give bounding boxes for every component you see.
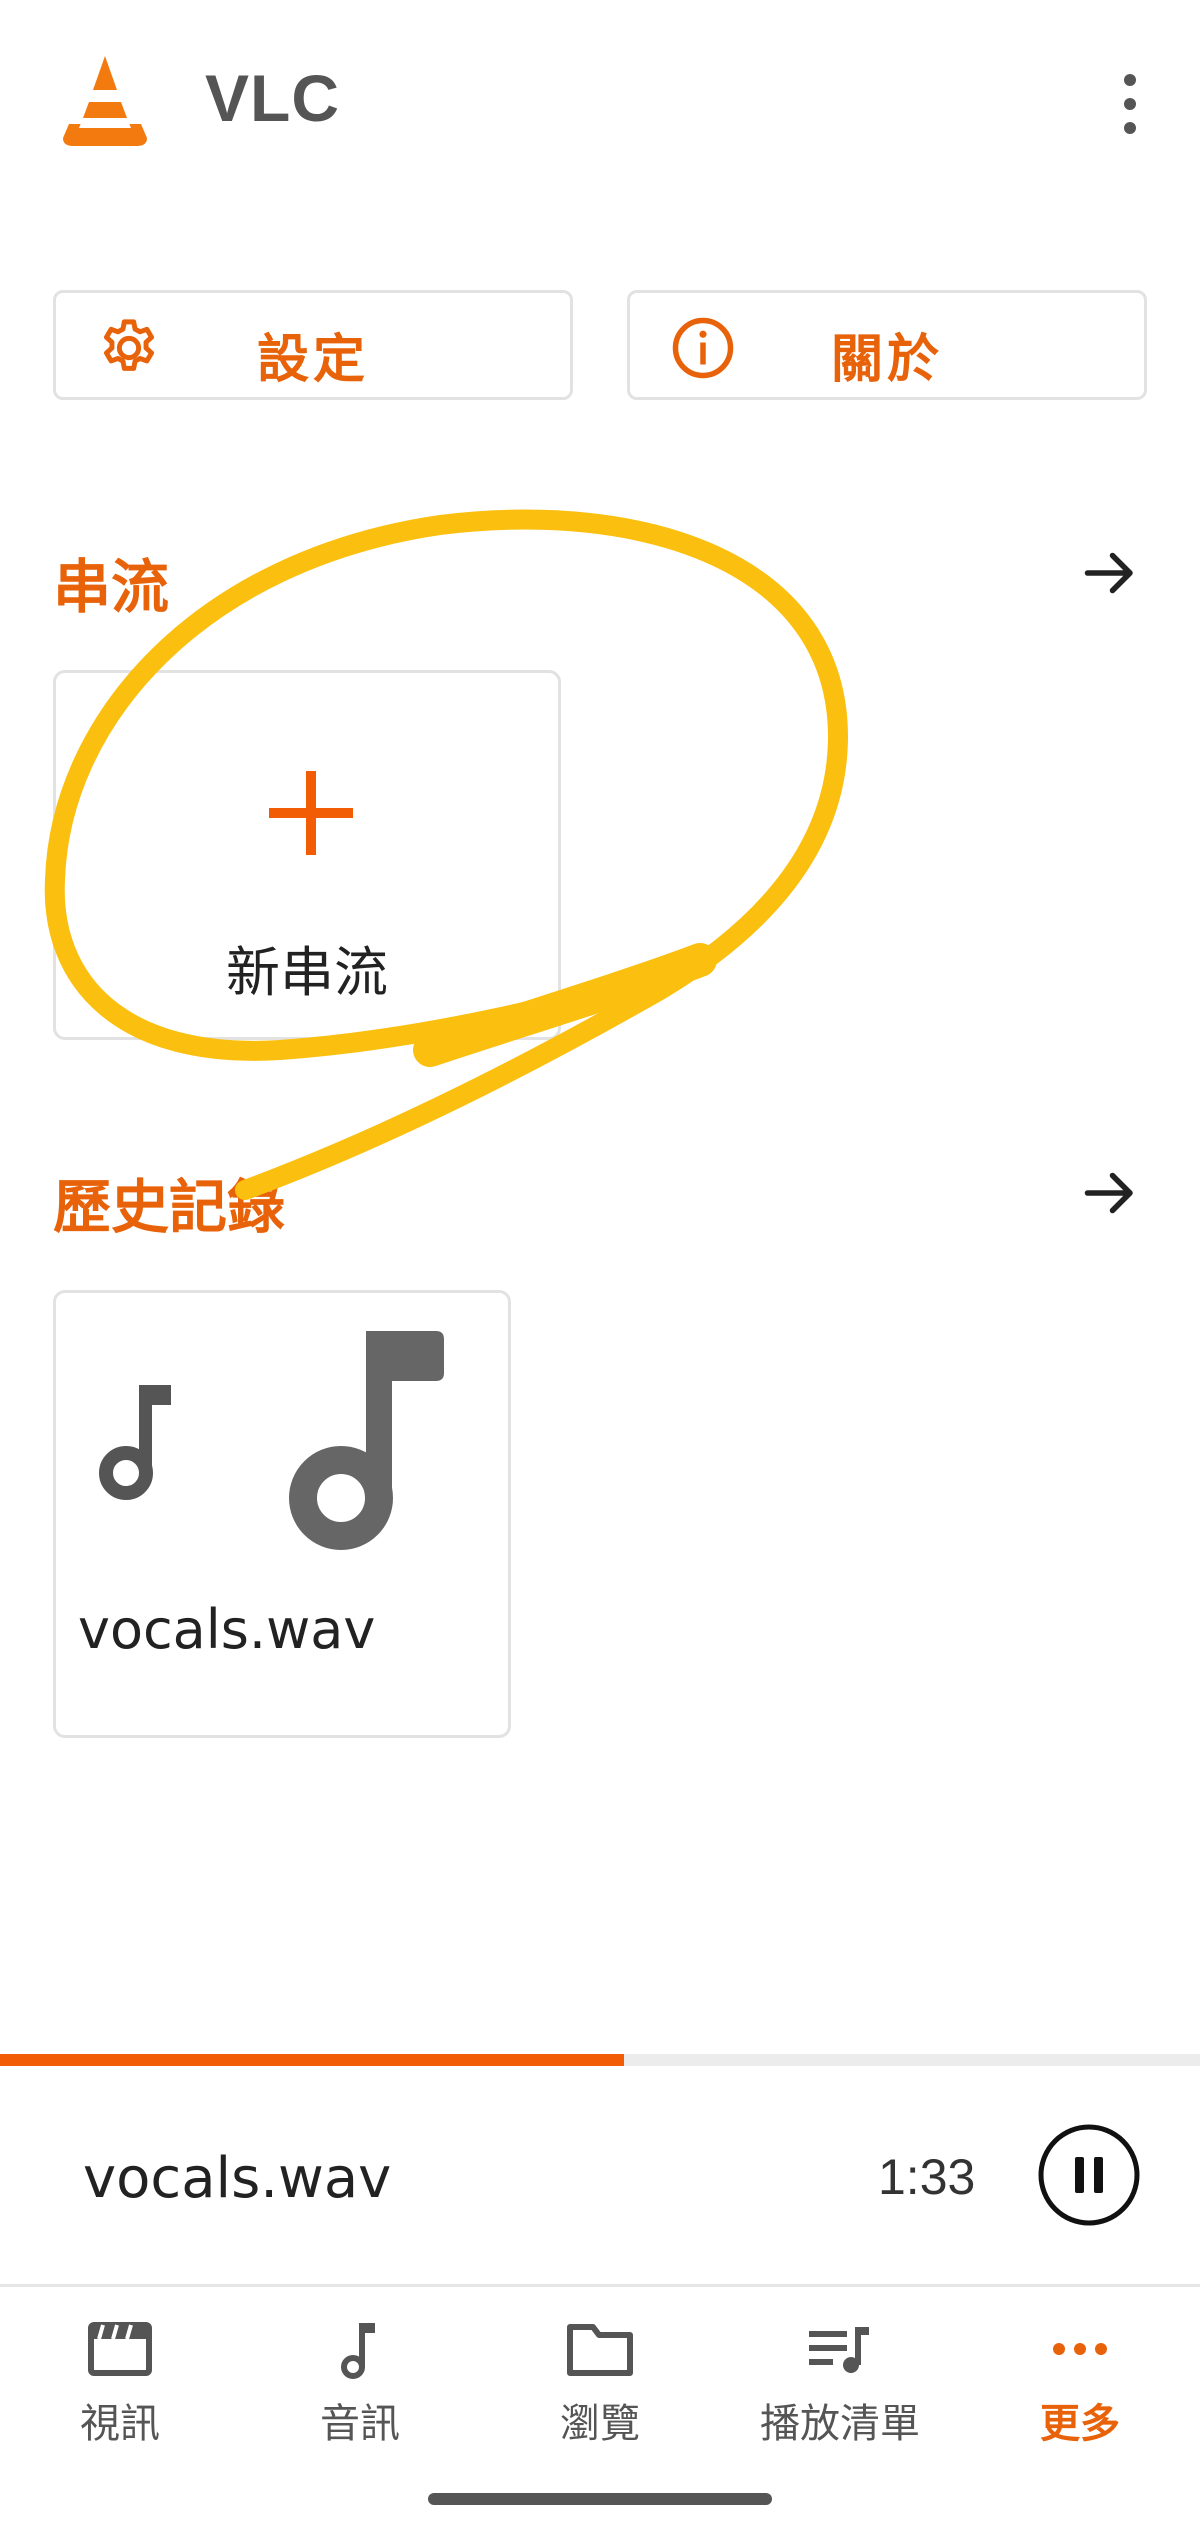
app-bar: VLC [0, 0, 1200, 210]
nav-label-browse: 瀏覽 [560, 2401, 640, 2447]
nav-item-more[interactable]: 更多 [960, 2317, 1200, 2457]
nav-item-audio[interactable]: 音訊 [240, 2317, 480, 2457]
playback-progress-bar[interactable] [0, 2054, 1200, 2066]
history-item-label: vocals.wav [78, 1598, 376, 1661]
about-label: 關於 [830, 330, 943, 390]
folder-icon [567, 2324, 633, 2376]
nav-label-video: 視訊 [80, 2401, 160, 2447]
about-button[interactable]: 關於 [627, 290, 1147, 400]
music-note-icon [341, 2323, 375, 2379]
streams-section-title: 串流 [53, 553, 170, 621]
history-arrow-right-icon[interactable] [1080, 1163, 1140, 1223]
settings-label: 設定 [256, 330, 369, 390]
home-indicator [428, 2493, 772, 2505]
playback-progress-fill [0, 2054, 624, 2066]
playlist-icon [809, 2327, 869, 2373]
new-stream-card[interactable]: 新串流 [53, 670, 561, 1040]
new-stream-label: 新串流 [226, 941, 388, 1004]
plus-icon [269, 771, 353, 855]
settings-button[interactable]: 設定 [53, 290, 573, 400]
nav-label-audio: 音訊 [320, 2401, 400, 2447]
nav-item-video[interactable]: 視訊 [0, 2317, 240, 2457]
nav-label-more: 更多 [1040, 2401, 1120, 2447]
pause-button[interactable] [1037, 2123, 1141, 2227]
music-thumbnail-icon [289, 1331, 444, 1550]
history-item-card[interactable]: vocals.wav [53, 1290, 511, 1738]
nav-label-playlists: 播放清單 [760, 2401, 920, 2447]
now-playing-title: vocals.wav [83, 2146, 392, 2211]
history-section-title: 歷史記錄 [53, 1173, 286, 1241]
now-playing-time: 1:33 [878, 2149, 976, 2205]
more-dots-icon [1053, 2343, 1107, 2355]
video-icon [88, 2322, 152, 2376]
vlc-logo-icon [63, 56, 147, 146]
overflow-menu-icon[interactable] [1110, 70, 1150, 140]
nav-item-playlists[interactable]: 播放清單 [720, 2317, 960, 2457]
app-title: VLC [205, 61, 340, 135]
mini-player[interactable]: vocals.wav 1:33 [0, 2066, 1200, 2284]
music-note-icon [99, 1385, 171, 1500]
streams-arrow-right-icon[interactable] [1080, 543, 1140, 603]
nav-item-browse[interactable]: 瀏覽 [480, 2317, 720, 2457]
